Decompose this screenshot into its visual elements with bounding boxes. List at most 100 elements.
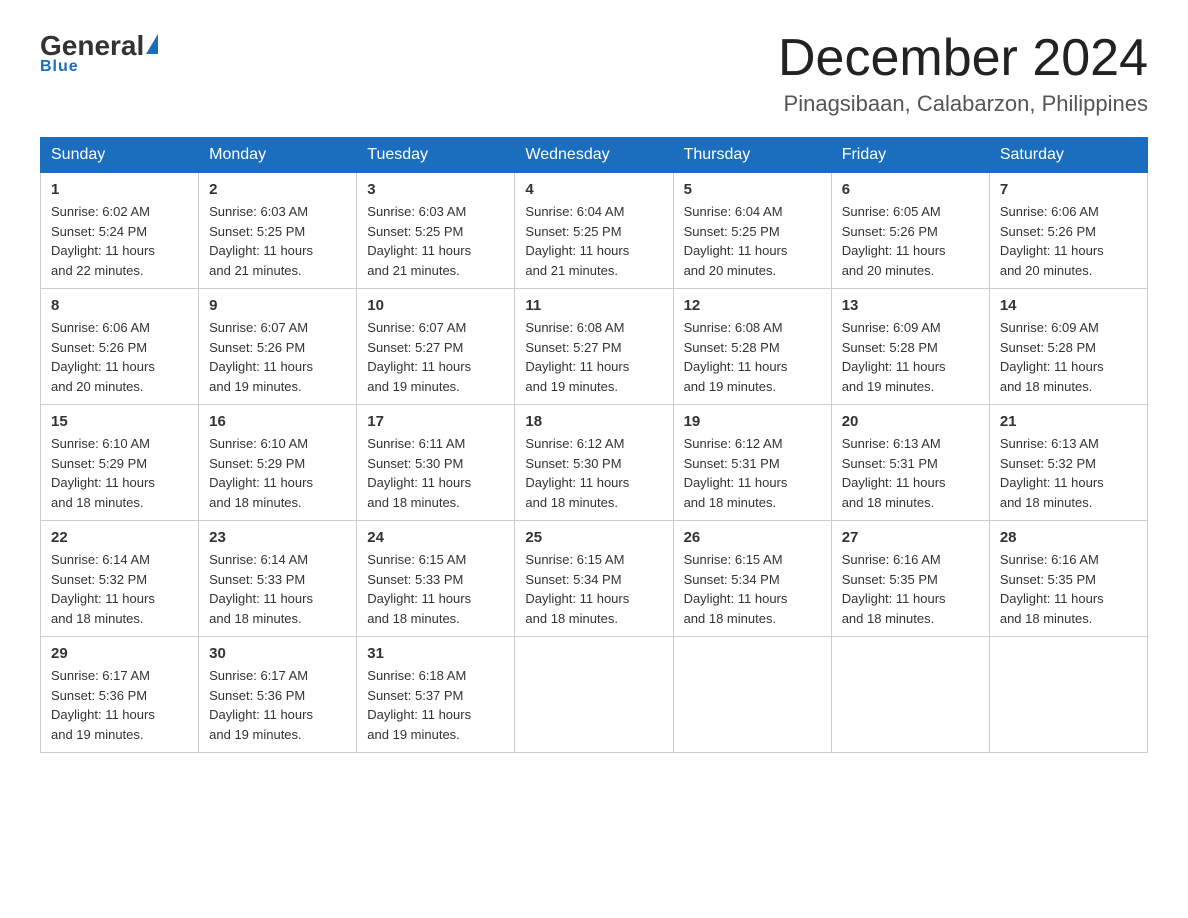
day-number: 13 [842,297,979,314]
day-info: Sunrise: 6:07 AMSunset: 5:26 PMDaylight:… [209,318,346,396]
logo: General Blue [40,30,158,76]
page-header: General Blue December 2024 Pinagsibaan, … [40,30,1148,117]
table-row: 4 Sunrise: 6:04 AMSunset: 5:25 PMDaylight… [515,173,673,289]
day-info: Sunrise: 6:12 AMSunset: 5:31 PMDaylight:… [684,434,821,512]
day-number: 27 [842,529,979,546]
day-info: Sunrise: 6:11 AMSunset: 5:30 PMDaylight:… [367,434,504,512]
day-info: Sunrise: 6:17 AMSunset: 5:36 PMDaylight:… [209,666,346,744]
header-friday: Friday [831,138,989,173]
table-row: 14 Sunrise: 6:09 AMSunset: 5:28 PMDayligh… [989,289,1147,405]
day-number: 8 [51,297,188,314]
table-row: 26 Sunrise: 6:15 AMSunset: 5:34 PMDayligh… [673,521,831,637]
table-row: 28 Sunrise: 6:16 AMSunset: 5:35 PMDayligh… [989,521,1147,637]
day-number: 3 [367,181,504,198]
calendar-week-row: 8 Sunrise: 6:06 AMSunset: 5:26 PMDaylight… [41,289,1148,405]
table-row: 21 Sunrise: 6:13 AMSunset: 5:32 PMDayligh… [989,405,1147,521]
table-row: 5 Sunrise: 6:04 AMSunset: 5:25 PMDaylight… [673,173,831,289]
table-row [831,637,989,753]
calendar-week-row: 15 Sunrise: 6:10 AMSunset: 5:29 PMDayligh… [41,405,1148,521]
table-row: 19 Sunrise: 6:12 AMSunset: 5:31 PMDayligh… [673,405,831,521]
day-number: 9 [209,297,346,314]
day-info: Sunrise: 6:03 AMSunset: 5:25 PMDaylight:… [367,202,504,280]
day-info: Sunrise: 6:05 AMSunset: 5:26 PMDaylight:… [842,202,979,280]
day-number: 7 [1000,181,1137,198]
table-row: 15 Sunrise: 6:10 AMSunset: 5:29 PMDayligh… [41,405,199,521]
day-number: 5 [684,181,821,198]
day-info: Sunrise: 6:10 AMSunset: 5:29 PMDaylight:… [51,434,188,512]
calendar-week-row: 22 Sunrise: 6:14 AMSunset: 5:32 PMDayligh… [41,521,1148,637]
table-row: 3 Sunrise: 6:03 AMSunset: 5:25 PMDaylight… [357,173,515,289]
table-row: 24 Sunrise: 6:15 AMSunset: 5:33 PMDayligh… [357,521,515,637]
day-info: Sunrise: 6:13 AMSunset: 5:32 PMDaylight:… [1000,434,1137,512]
day-number: 1 [51,181,188,198]
day-number: 16 [209,413,346,430]
day-info: Sunrise: 6:04 AMSunset: 5:25 PMDaylight:… [684,202,821,280]
title-section: December 2024 Pinagsibaan, Calabarzon, P… [778,30,1148,117]
logo-triangle-icon [146,34,158,54]
day-number: 21 [1000,413,1137,430]
day-info: Sunrise: 6:10 AMSunset: 5:29 PMDaylight:… [209,434,346,512]
table-row: 29Sunrise: 6:17 AMSunset: 5:36 PMDayligh… [41,637,199,753]
day-info: Sunrise: 6:02 AMSunset: 5:24 PMDaylight:… [51,202,188,280]
day-info: Sunrise: 6:17 AMSunset: 5:36 PMDaylight:… [51,666,188,744]
day-info: Sunrise: 6:07 AMSunset: 5:27 PMDaylight:… [367,318,504,396]
logo-blue-text: Blue [40,58,79,76]
table-row [515,637,673,753]
table-row: 18Sunrise: 6:12 AMSunset: 5:30 PMDayligh… [515,405,673,521]
day-info: Sunrise: 6:15 AMSunset: 5:34 PMDaylight:… [684,550,821,628]
day-number: 15 [51,413,188,430]
calendar-header-row: Sunday Monday Tuesday Wednesday Thursday… [41,138,1148,173]
table-row: 7 Sunrise: 6:06 AMSunset: 5:26 PMDaylight… [989,173,1147,289]
header-monday: Monday [199,138,357,173]
table-row: 13Sunrise: 6:09 AMSunset: 5:28 PMDayligh… [831,289,989,405]
table-row: 1 Sunrise: 6:02 AMSunset: 5:24 PMDaylight… [41,173,199,289]
day-number: 31 [367,645,504,662]
day-number: 18 [525,413,662,430]
day-number: 23 [209,529,346,546]
day-info: Sunrise: 6:06 AMSunset: 5:26 PMDaylight:… [1000,202,1137,280]
day-number: 19 [684,413,821,430]
table-row [673,637,831,753]
day-info: Sunrise: 6:04 AMSunset: 5:25 PMDaylight:… [525,202,662,280]
location-title: Pinagsibaan, Calabarzon, Philippines [778,91,1148,117]
calendar-table: Sunday Monday Tuesday Wednesday Thursday… [40,137,1148,753]
day-number: 12 [684,297,821,314]
header-wednesday: Wednesday [515,138,673,173]
table-row: 8 Sunrise: 6:06 AMSunset: 5:26 PMDaylight… [41,289,199,405]
day-number: 30 [209,645,346,662]
day-number: 4 [525,181,662,198]
header-sunday: Sunday [41,138,199,173]
day-info: Sunrise: 6:03 AMSunset: 5:25 PMDaylight:… [209,202,346,280]
table-row: 6 Sunrise: 6:05 AMSunset: 5:26 PMDaylight… [831,173,989,289]
calendar-week-row: 1 Sunrise: 6:02 AMSunset: 5:24 PMDaylight… [41,173,1148,289]
day-info: Sunrise: 6:06 AMSunset: 5:26 PMDaylight:… [51,318,188,396]
calendar-week-row: 29Sunrise: 6:17 AMSunset: 5:36 PMDayligh… [41,637,1148,753]
day-number: 22 [51,529,188,546]
day-number: 20 [842,413,979,430]
day-number: 10 [367,297,504,314]
day-number: 26 [684,529,821,546]
day-info: Sunrise: 6:16 AMSunset: 5:35 PMDaylight:… [1000,550,1137,628]
header-tuesday: Tuesday [357,138,515,173]
table-row: 23Sunrise: 6:14 AMSunset: 5:33 PMDayligh… [199,521,357,637]
day-info: Sunrise: 6:16 AMSunset: 5:35 PMDaylight:… [842,550,979,628]
day-info: Sunrise: 6:08 AMSunset: 5:28 PMDaylight:… [684,318,821,396]
day-number: 17 [367,413,504,430]
day-number: 6 [842,181,979,198]
day-info: Sunrise: 6:18 AMSunset: 5:37 PMDaylight:… [367,666,504,744]
table-row: 11Sunrise: 6:08 AMSunset: 5:27 PMDayligh… [515,289,673,405]
table-row: 20Sunrise: 6:13 AMSunset: 5:31 PMDayligh… [831,405,989,521]
table-row: 22 Sunrise: 6:14 AMSunset: 5:32 PMDayligh… [41,521,199,637]
day-number: 28 [1000,529,1137,546]
table-row [989,637,1147,753]
day-number: 14 [1000,297,1137,314]
day-number: 24 [367,529,504,546]
day-info: Sunrise: 6:15 AMSunset: 5:34 PMDaylight:… [525,550,662,628]
day-info: Sunrise: 6:15 AMSunset: 5:33 PMDaylight:… [367,550,504,628]
table-row: 27 Sunrise: 6:16 AMSunset: 5:35 PMDayligh… [831,521,989,637]
day-info: Sunrise: 6:14 AMSunset: 5:32 PMDaylight:… [51,550,188,628]
day-number: 25 [525,529,662,546]
month-title: December 2024 [778,30,1148,87]
day-info: Sunrise: 6:09 AMSunset: 5:28 PMDaylight:… [1000,318,1137,396]
day-number: 2 [209,181,346,198]
